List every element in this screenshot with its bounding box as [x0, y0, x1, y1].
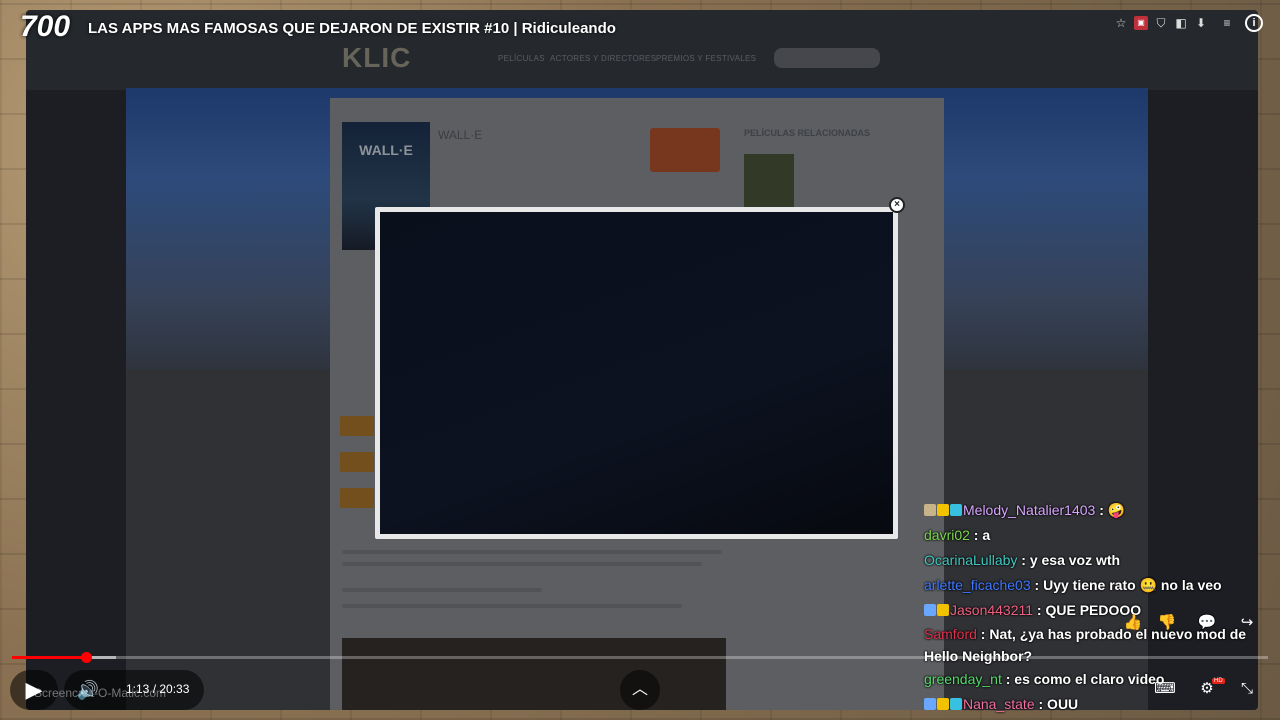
viewer-counter: 700 — [20, 10, 71, 43]
chat-badge-icon — [924, 504, 936, 516]
expand-up-button[interactable]: ︿ — [620, 670, 660, 710]
chat-overlay: Melody_Natalier1403 : 🤪 davri02 : a Ocarin… — [924, 498, 1280, 717]
play-button[interactable]: ▶ — [14, 672, 54, 708]
chat-username[interactable]: Jason443211 — [950, 602, 1033, 618]
volume-button[interactable]: 🔊 — [70, 672, 106, 708]
chat-message: Samford : Nat, ¿ya has probado el nuevo … — [924, 623, 1280, 667]
chat-message: davri02 : a — [924, 523, 1280, 548]
subtitles-icon[interactable]: ⌨ — [1154, 678, 1176, 700]
chat-badge-icon — [924, 604, 936, 616]
chat-badge-icon — [950, 698, 962, 710]
chat-badge-icon — [937, 504, 949, 516]
menu-icon: ≡ — [1223, 16, 1231, 30]
chat-badge-icon — [924, 698, 936, 710]
chat-username[interactable]: Samford — [924, 626, 977, 642]
comment-icon[interactable]: 💬 — [1196, 612, 1218, 634]
chat-badge-icon — [950, 504, 962, 516]
chat-text: : Uyy tiene rato 🤐 no la veo — [1030, 577, 1222, 593]
chat-badge-icon — [937, 604, 949, 616]
download-icon: ⬇ — [1195, 16, 1207, 30]
video-modal — [375, 207, 898, 539]
chat-username[interactable]: arlette_ficache03 — [924, 577, 1031, 593]
extension-icon: ◧ — [1175, 16, 1187, 30]
chat-text: : OUU — [1034, 696, 1079, 712]
hd-badge: HD — [1212, 678, 1225, 684]
share-icon[interactable]: ↪ — [1236, 612, 1258, 634]
modal-video-area — [380, 212, 893, 534]
info-icon[interactable]: i — [1245, 14, 1263, 32]
pocket-icon: ⛉ — [1156, 16, 1166, 30]
exit-fullscreen-icon[interactable]: ⤡ — [1236, 678, 1258, 700]
chat-username[interactable]: Nana_state — [963, 696, 1035, 712]
chat-message: Melody_Natalier1403 : 🤪 — [924, 498, 1280, 523]
video-title[interactable]: LAS APPS MAS FAMOSAS QUE DEJARON DE EXIS… — [88, 20, 616, 37]
progress-played — [12, 656, 87, 659]
progress-bar[interactable] — [12, 656, 1268, 659]
like-icon[interactable]: 👍 — [1122, 612, 1144, 634]
chat-message: OcarinaLullaby : y esa voz wth — [924, 548, 1280, 573]
chat-message: greenday_nt : es como el claro video — [924, 667, 1280, 692]
chat-username[interactable]: OcarinaLullaby — [924, 552, 1017, 568]
star-icon: ☆ — [1115, 16, 1127, 30]
chat-message: arlette_ficache03 : Uyy tiene rato 🤐 no … — [924, 573, 1280, 598]
dislike-icon[interactable]: 👎 — [1156, 612, 1178, 634]
close-icon: × — [889, 197, 905, 213]
chat-text: : y esa voz wth — [1017, 552, 1121, 568]
extension-icon: ▣ — [1134, 16, 1148, 30]
chat-message: Jason443211 : QUE PEDOOO — [924, 598, 1280, 623]
chat-username[interactable]: davri02 — [924, 527, 970, 543]
chat-username[interactable]: greenday_nt — [924, 671, 1002, 687]
chat-text: : 🤪 — [1095, 502, 1126, 518]
chat-username[interactable]: Melody_Natalier1403 — [963, 502, 1095, 518]
chat-text: : es como el claro video — [1001, 671, 1165, 687]
chat-text: : a — [969, 527, 991, 543]
chat-message: Nana_state : OUU — [924, 692, 1280, 717]
time-display: 1:13 / 20:33 — [126, 682, 190, 696]
chat-badge-icon — [937, 698, 949, 710]
